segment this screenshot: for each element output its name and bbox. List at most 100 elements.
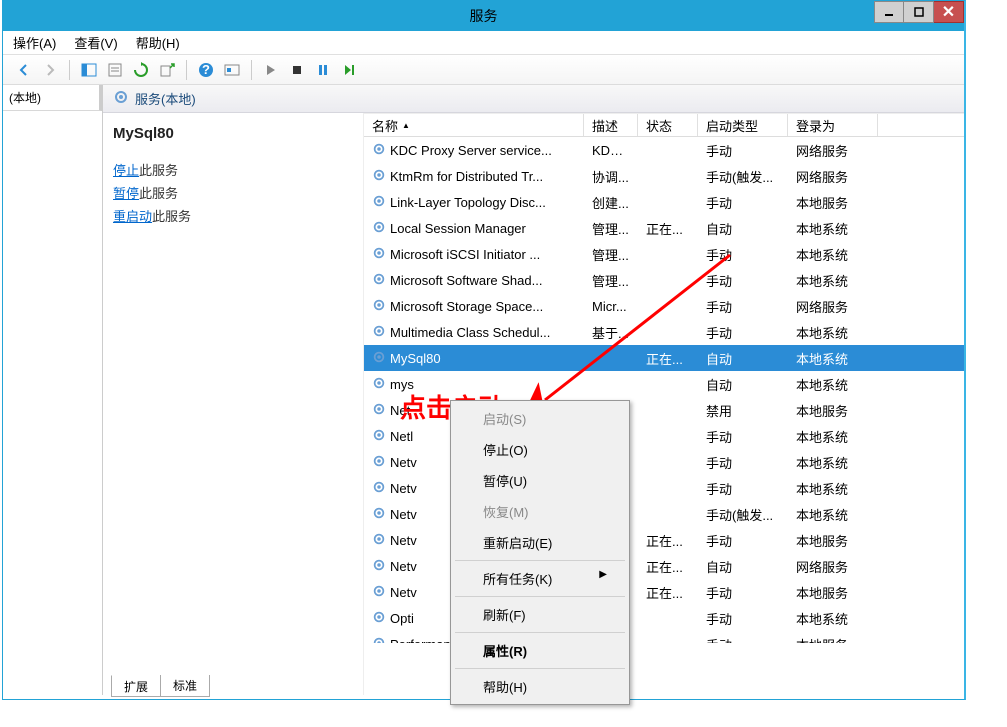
- cell-start: 自动: [698, 219, 788, 238]
- menu-bar: 操作(A) 查看(V) 帮助(H): [3, 31, 964, 55]
- table-row[interactable]: Multimedia Class Schedul...基于... 手动本地系统: [364, 319, 964, 345]
- toolbar: ?: [3, 55, 964, 85]
- gear-icon: [372, 142, 386, 159]
- table-row[interactable]: mys自动本地系统: [364, 371, 964, 397]
- ctx-restart[interactable]: 重新启动(E): [453, 527, 627, 558]
- tab-standard[interactable]: 标准: [160, 675, 210, 697]
- toolbar-divider: [69, 60, 70, 80]
- refresh-button[interactable]: [130, 59, 152, 81]
- ctx-refresh[interactable]: 刷新(F): [453, 599, 627, 630]
- properties-button[interactable]: [104, 59, 126, 81]
- cell-login: 本地服务: [788, 531, 878, 550]
- col-login[interactable]: 登录为: [788, 114, 878, 136]
- cell-login: 网络服务: [788, 557, 878, 576]
- ctx-resume: 恢复(M): [453, 496, 627, 527]
- cell-status: 正在...: [638, 349, 698, 368]
- gear-icon: [372, 610, 386, 627]
- col-status[interactable]: 状态: [638, 114, 698, 136]
- gear-icon: [372, 558, 386, 575]
- ctx-separator: [455, 632, 625, 633]
- stop-button[interactable]: [286, 59, 308, 81]
- maximize-button[interactable]: [904, 1, 934, 23]
- svg-text:?: ?: [202, 62, 210, 77]
- table-row[interactable]: KtmRm for Distributed Tr...协调... 手动(触发...…: [364, 163, 964, 189]
- title-bar: 服务 ✕: [3, 1, 964, 31]
- back-button[interactable]: [13, 59, 35, 81]
- ctx-help[interactable]: 帮助(H): [453, 671, 627, 702]
- cell-start: 手动: [698, 193, 788, 212]
- cell-start: 手动(触发...: [698, 167, 788, 186]
- cell-desc: 协调...: [584, 167, 638, 186]
- extra-button[interactable]: [221, 59, 243, 81]
- cell-start: 手动: [698, 141, 788, 160]
- gear-icon: [372, 376, 386, 393]
- cell-name: Link-Layer Topology Disc...: [364, 194, 584, 211]
- menu-action[interactable]: 操作(A): [13, 33, 56, 52]
- menu-help[interactable]: 帮助(H): [136, 33, 180, 52]
- table-row[interactable]: Microsoft Storage Space...Micr...手动网络服务: [364, 293, 964, 319]
- show-hide-button[interactable]: [78, 59, 100, 81]
- cell-desc: Micr...: [584, 299, 638, 314]
- cell-start: 手动: [698, 323, 788, 342]
- cell-desc: 基于...: [584, 323, 638, 342]
- cell-name: Multimedia Class Schedul...: [364, 324, 584, 341]
- cell-status: 正在...: [638, 583, 698, 602]
- cell-start: 手动: [698, 271, 788, 290]
- cell-name: mys: [364, 376, 584, 393]
- tree-pane: (本地): [3, 85, 103, 695]
- cell-desc: 管理...: [584, 245, 638, 264]
- forward-button[interactable]: [39, 59, 61, 81]
- ctx-separator: [455, 560, 625, 561]
- tree-item-local[interactable]: (本地): [3, 85, 102, 111]
- cell-name: Microsoft Software Shad...: [364, 272, 584, 289]
- cell-name: Microsoft iSCSI Initiator ...: [364, 246, 584, 263]
- restart-button[interactable]: [338, 59, 360, 81]
- help-button[interactable]: ?: [195, 59, 217, 81]
- table-row[interactable]: Microsoft Software Shad...管理...手动本地系统: [364, 267, 964, 293]
- table-row[interactable]: Local Session Manager管理...正在...自动本地系统: [364, 215, 964, 241]
- pane-title: 服务(本地): [135, 89, 196, 108]
- cell-login: 本地系统: [788, 323, 878, 342]
- col-desc[interactable]: 描述: [584, 114, 638, 136]
- pause-link[interactable]: 暂停: [113, 186, 139, 201]
- ctx-pause[interactable]: 暂停(U): [453, 465, 627, 496]
- toolbar-divider: [251, 60, 252, 80]
- cell-start: 禁用: [698, 401, 788, 420]
- play-button[interactable]: [260, 59, 282, 81]
- close-button[interactable]: ✕: [934, 1, 964, 23]
- cell-start: 手动: [698, 453, 788, 472]
- ctx-alltasks[interactable]: 所有任务(K)▶: [453, 563, 627, 594]
- cell-name: MySql80: [364, 350, 584, 367]
- gear-icon: [372, 194, 386, 211]
- gear-icon: [372, 246, 386, 263]
- submenu-arrow-icon: ▶: [599, 569, 607, 588]
- minimize-button[interactable]: [874, 1, 904, 23]
- col-start[interactable]: 启动类型: [698, 114, 788, 136]
- gear-icon: [372, 220, 386, 237]
- cell-start: 自动: [698, 375, 788, 394]
- gear-icon: [372, 402, 386, 419]
- stop-link[interactable]: 停止: [113, 163, 139, 178]
- pause-suffix: 此服务: [139, 186, 178, 201]
- ctx-start: 启动(S): [453, 403, 627, 434]
- menu-view[interactable]: 查看(V): [74, 33, 117, 52]
- table-row[interactable]: MySql80正在...自动本地系统: [364, 345, 964, 371]
- table-row[interactable]: KDC Proxy Server service...KDC...手动网络服务: [364, 137, 964, 163]
- ctx-properties[interactable]: 属性(R): [453, 635, 627, 666]
- export-button[interactable]: [156, 59, 178, 81]
- col-name[interactable]: 名称▲: [364, 114, 584, 136]
- selected-service-name: MySql80: [113, 125, 353, 142]
- ctx-stop[interactable]: 停止(O): [453, 434, 627, 465]
- cell-login: 本地系统: [788, 349, 878, 368]
- tab-extended[interactable]: 扩展: [111, 675, 161, 697]
- pause-button[interactable]: [312, 59, 334, 81]
- gear-icon: [372, 584, 386, 601]
- cell-name: KtmRm for Distributed Tr...: [364, 168, 584, 185]
- restart-link[interactable]: 重启动: [113, 209, 152, 224]
- table-row[interactable]: Link-Layer Topology Disc...创建...手动本地服务: [364, 189, 964, 215]
- cell-login: 本地系统: [788, 271, 878, 290]
- cell-start: 手动: [698, 479, 788, 498]
- cell-status: 正在...: [638, 219, 698, 238]
- cell-login: 本地系统: [788, 245, 878, 264]
- table-row[interactable]: Microsoft iSCSI Initiator ...管理...手动本地系统: [364, 241, 964, 267]
